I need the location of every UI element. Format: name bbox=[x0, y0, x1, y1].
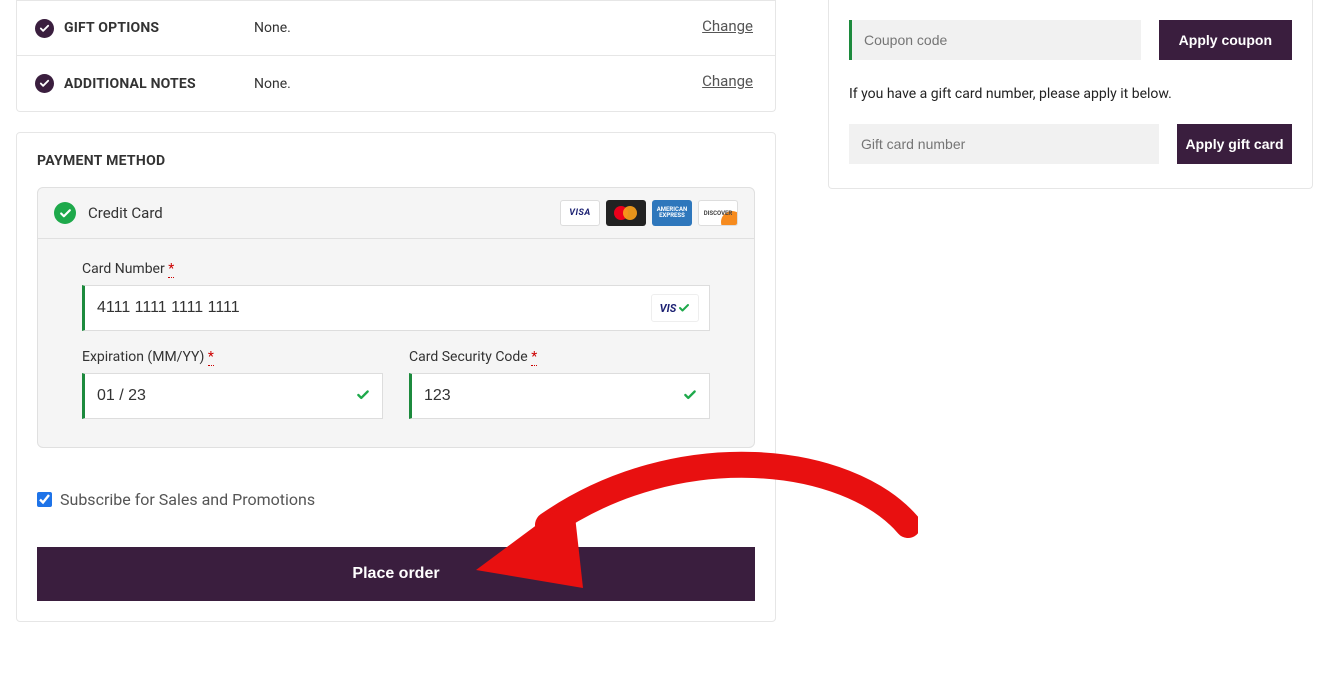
cvc-label: Card Security Code * bbox=[409, 349, 710, 365]
gift-options-label: GIFT OPTIONS bbox=[64, 20, 254, 36]
card-brand-logos: VISA AMERICAN EXPRESS DISCOVER bbox=[560, 200, 738, 226]
expiration-field[interactable] bbox=[82, 373, 383, 419]
subscribe-label: Subscribe for Sales and Promotions bbox=[60, 490, 315, 509]
check-icon bbox=[356, 387, 370, 406]
card-number-label: Card Number * bbox=[82, 261, 710, 277]
visa-icon: VISA bbox=[560, 200, 600, 226]
payment-method-title: PAYMENT METHOD bbox=[37, 153, 755, 169]
credit-card-label: Credit Card bbox=[88, 204, 163, 222]
gift-card-instructions: If you have a gift card number, please a… bbox=[849, 86, 1292, 102]
credit-card-header[interactable]: Credit Card VISA AMERICAN EXPRESS DISCOV… bbox=[38, 188, 754, 239]
cvc-field[interactable] bbox=[409, 373, 710, 419]
check-icon bbox=[35, 74, 54, 93]
gift-options-value: None. bbox=[254, 20, 291, 36]
coupon-code-input[interactable] bbox=[849, 20, 1141, 60]
sidebar: Apply coupon If you have a gift card num… bbox=[828, 0, 1313, 189]
cvc-input[interactable] bbox=[424, 387, 697, 405]
check-icon bbox=[35, 19, 54, 38]
mastercard-icon bbox=[606, 200, 646, 226]
radio-selected-icon bbox=[54, 202, 76, 224]
payment-method-card: PAYMENT METHOD Credit Card VISA AMERICAN… bbox=[16, 132, 776, 622]
check-icon bbox=[683, 387, 697, 406]
discover-icon: DISCOVER bbox=[698, 200, 738, 226]
subscribe-checkbox[interactable] bbox=[37, 492, 52, 507]
detected-card-brand-icon: VIS bbox=[651, 294, 699, 322]
apply-coupon-button[interactable]: Apply coupon bbox=[1159, 20, 1292, 60]
gift-card-input[interactable] bbox=[849, 124, 1159, 164]
gift-options-row: GIFT OPTIONS None. Change bbox=[16, 0, 776, 56]
place-order-button[interactable]: Place order bbox=[37, 547, 755, 601]
expiration-label: Expiration (MM/YY) * bbox=[82, 349, 383, 365]
card-number-input[interactable] bbox=[97, 299, 697, 317]
credit-card-box: Credit Card VISA AMERICAN EXPRESS DISCOV… bbox=[37, 187, 755, 448]
apply-gift-card-button[interactable]: Apply gift card bbox=[1177, 124, 1292, 164]
amex-icon: AMERICAN EXPRESS bbox=[652, 200, 692, 226]
card-number-field[interactable]: VIS bbox=[82, 285, 710, 331]
expiration-input[interactable] bbox=[97, 387, 370, 405]
additional-notes-label: ADDITIONAL NOTES bbox=[64, 76, 254, 92]
subscribe-checkbox-row[interactable]: Subscribe for Sales and Promotions bbox=[37, 490, 755, 509]
notes-change-link[interactable]: Change bbox=[702, 72, 753, 90]
additional-notes-value: None. bbox=[254, 76, 291, 92]
additional-notes-row: ADDITIONAL NOTES None. Change bbox=[16, 56, 776, 112]
gift-change-link[interactable]: Change bbox=[702, 17, 753, 35]
